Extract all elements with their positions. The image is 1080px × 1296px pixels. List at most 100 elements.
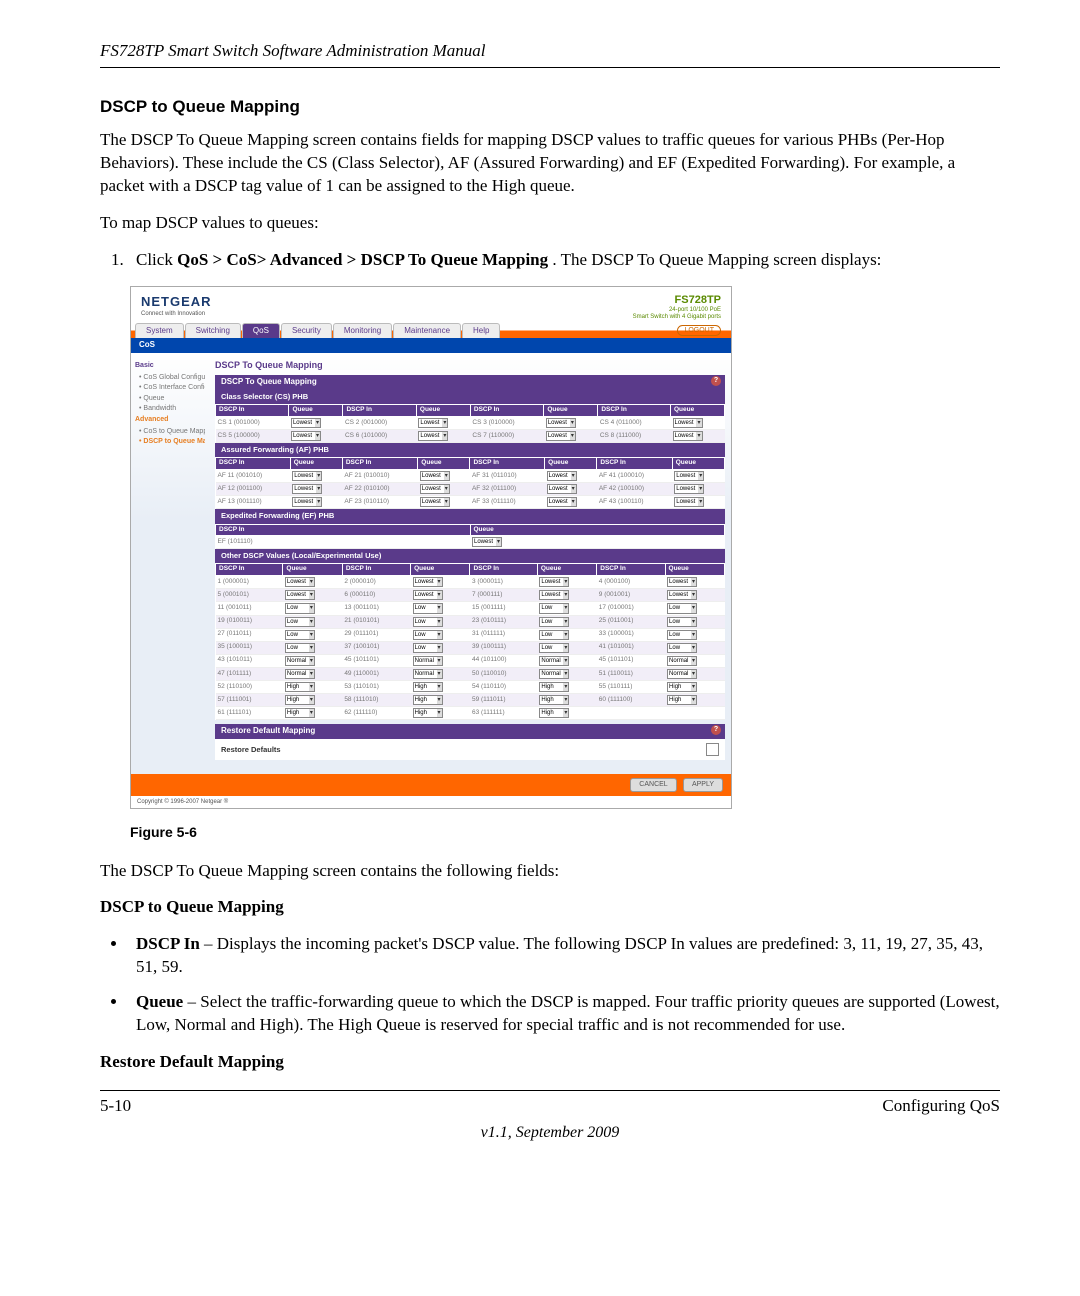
- dscp-label: 59 (111011): [470, 694, 537, 707]
- queue-select[interactable]: Lowest: [292, 471, 322, 481]
- subnav-cos[interactable]: CoS: [131, 338, 731, 353]
- dscp-label: 52 (110100): [216, 681, 283, 694]
- restore-heading: Restore Default Mapping: [100, 1051, 1000, 1074]
- queue-select[interactable]: Low: [667, 617, 697, 627]
- queue-select[interactable]: Low: [413, 617, 443, 627]
- cancel-button[interactable]: CANCEL: [630, 778, 676, 791]
- queue-select[interactable]: Low: [667, 630, 697, 640]
- queue-select[interactable]: High: [539, 708, 569, 718]
- queue-select[interactable]: Lowest: [420, 471, 450, 481]
- queue-select[interactable]: Lowest: [420, 497, 450, 507]
- brand-tagline: Connect with Innovation: [141, 310, 212, 318]
- queue-select[interactable]: Lowest: [674, 471, 704, 481]
- queue-select[interactable]: Normal: [413, 656, 443, 666]
- queue-select[interactable]: High: [539, 695, 569, 705]
- sidebar-item[interactable]: • CoS Interface Configuration: [139, 383, 205, 392]
- sidebar-item[interactable]: • Queue: [139, 394, 205, 403]
- queue-select[interactable]: Low: [539, 617, 569, 627]
- queue-select[interactable]: Lowest: [539, 577, 569, 587]
- queue-select[interactable]: Lowest: [292, 484, 322, 494]
- queue-select[interactable]: Low: [285, 603, 315, 613]
- queue-select[interactable]: Normal: [285, 656, 315, 666]
- help-icon[interactable]: ?: [711, 725, 721, 735]
- queue-select[interactable]: Lowest: [546, 431, 576, 441]
- queue-select[interactable]: Normal: [413, 669, 443, 679]
- dscp-label: CS 3 (010000): [470, 417, 543, 430]
- queue-select[interactable]: Lowest: [418, 431, 448, 441]
- queue-select[interactable]: Low: [413, 643, 443, 653]
- queue-select[interactable]: Lowest: [291, 418, 321, 428]
- apply-button[interactable]: APPLY: [683, 778, 723, 791]
- queue-select[interactable]: Lowest: [413, 577, 443, 587]
- queue-select[interactable]: High: [413, 682, 443, 692]
- queue-select[interactable]: Lowest: [420, 484, 450, 494]
- queue-select[interactable]: Low: [413, 630, 443, 640]
- queue-select[interactable]: Normal: [539, 669, 569, 679]
- queue-select[interactable]: Lowest: [547, 471, 577, 481]
- queue-select[interactable]: High: [539, 682, 569, 692]
- tab-maintenance[interactable]: Maintenance: [393, 323, 461, 339]
- queue-select[interactable]: Normal: [667, 669, 697, 679]
- tab-monitoring[interactable]: Monitoring: [333, 323, 392, 339]
- queue-select[interactable]: Low: [539, 630, 569, 640]
- queue-select[interactable]: High: [413, 695, 443, 705]
- queue-select[interactable]: High: [667, 682, 697, 692]
- tab-security[interactable]: Security: [281, 323, 332, 339]
- dscp-label: 5 (000101): [216, 589, 283, 602]
- queue-select[interactable]: Lowest: [674, 484, 704, 494]
- tab-help[interactable]: Help: [462, 323, 500, 339]
- queue-select[interactable]: Normal: [285, 669, 315, 679]
- queue-select[interactable]: Lowest: [673, 431, 703, 441]
- sidebar-item[interactable]: • CoS to Queue Mapping: [139, 427, 205, 436]
- queue-select[interactable]: High: [285, 708, 315, 718]
- copyright: Copyright © 1996-2007 Netgear ®: [131, 796, 731, 808]
- restore-defaults-checkbox[interactable]: [706, 743, 719, 756]
- queue-select[interactable]: Normal: [667, 656, 697, 666]
- tab-qos[interactable]: QoS: [242, 323, 280, 339]
- queue-select[interactable]: Lowest: [547, 497, 577, 507]
- queue-select[interactable]: High: [667, 695, 697, 705]
- queue-select[interactable]: Lowest: [667, 577, 697, 587]
- queue-select[interactable]: Low: [667, 603, 697, 613]
- queue-select[interactable]: Low: [667, 643, 697, 653]
- queue-select[interactable]: Low: [285, 643, 315, 653]
- queue-select[interactable]: Lowest: [285, 590, 315, 600]
- tab-system[interactable]: System: [135, 323, 184, 339]
- queue-select[interactable]: Normal: [539, 656, 569, 666]
- queue-select[interactable]: Lowest: [291, 431, 321, 441]
- tab-switching[interactable]: Switching: [185, 323, 241, 339]
- queue-select[interactable]: Low: [539, 643, 569, 653]
- help-icon[interactable]: ?: [711, 376, 721, 386]
- queue-select[interactable]: Lowest: [673, 418, 703, 428]
- queue-select[interactable]: Low: [539, 603, 569, 613]
- sidebar-item[interactable]: • CoS Global Configuration: [139, 373, 205, 382]
- dscp-label: 37 (100101): [342, 641, 410, 654]
- sidebar: Basic • CoS Global Configuration • CoS I…: [131, 353, 209, 774]
- queue-select[interactable]: Lowest: [413, 590, 443, 600]
- queue-select[interactable]: High: [413, 708, 443, 718]
- queue-select[interactable]: Lowest: [546, 418, 576, 428]
- queue-select[interactable]: High: [285, 682, 315, 692]
- lead-in: To map DSCP values to queues:: [100, 212, 1000, 235]
- dscp-label: 63 (111111): [470, 707, 537, 720]
- queue-select[interactable]: Lowest: [547, 484, 577, 494]
- after-figure-text: The DSCP To Queue Mapping screen contain…: [100, 860, 1000, 883]
- queue-select[interactable]: Lowest: [418, 418, 448, 428]
- sidebar-item-dscp-mapping[interactable]: • DSCP to Queue Mapping: [139, 437, 205, 446]
- queue-select[interactable]: Low: [413, 603, 443, 613]
- queue-select[interactable]: Lowest: [472, 537, 502, 547]
- dscp-label: 61 (111101): [216, 707, 283, 720]
- queue-select[interactable]: Lowest: [674, 497, 704, 507]
- dscp-label: CS 4 (011000): [598, 417, 671, 430]
- queue-select[interactable]: Lowest: [292, 497, 322, 507]
- queue-select[interactable]: Low: [285, 617, 315, 627]
- logout-button[interactable]: LOGOUT: [677, 325, 721, 336]
- queue-select[interactable]: Lowest: [285, 577, 315, 587]
- queue-select[interactable]: Lowest: [539, 590, 569, 600]
- queue-select[interactable]: Low: [285, 630, 315, 640]
- queue-select[interactable]: High: [285, 695, 315, 705]
- queue-select[interactable]: Lowest: [667, 590, 697, 600]
- dscp-label: CS 7 (110000): [470, 430, 543, 443]
- sidebar-item[interactable]: • Bandwidth: [139, 404, 205, 413]
- section-heading: DSCP to Queue Mapping: [100, 96, 1000, 119]
